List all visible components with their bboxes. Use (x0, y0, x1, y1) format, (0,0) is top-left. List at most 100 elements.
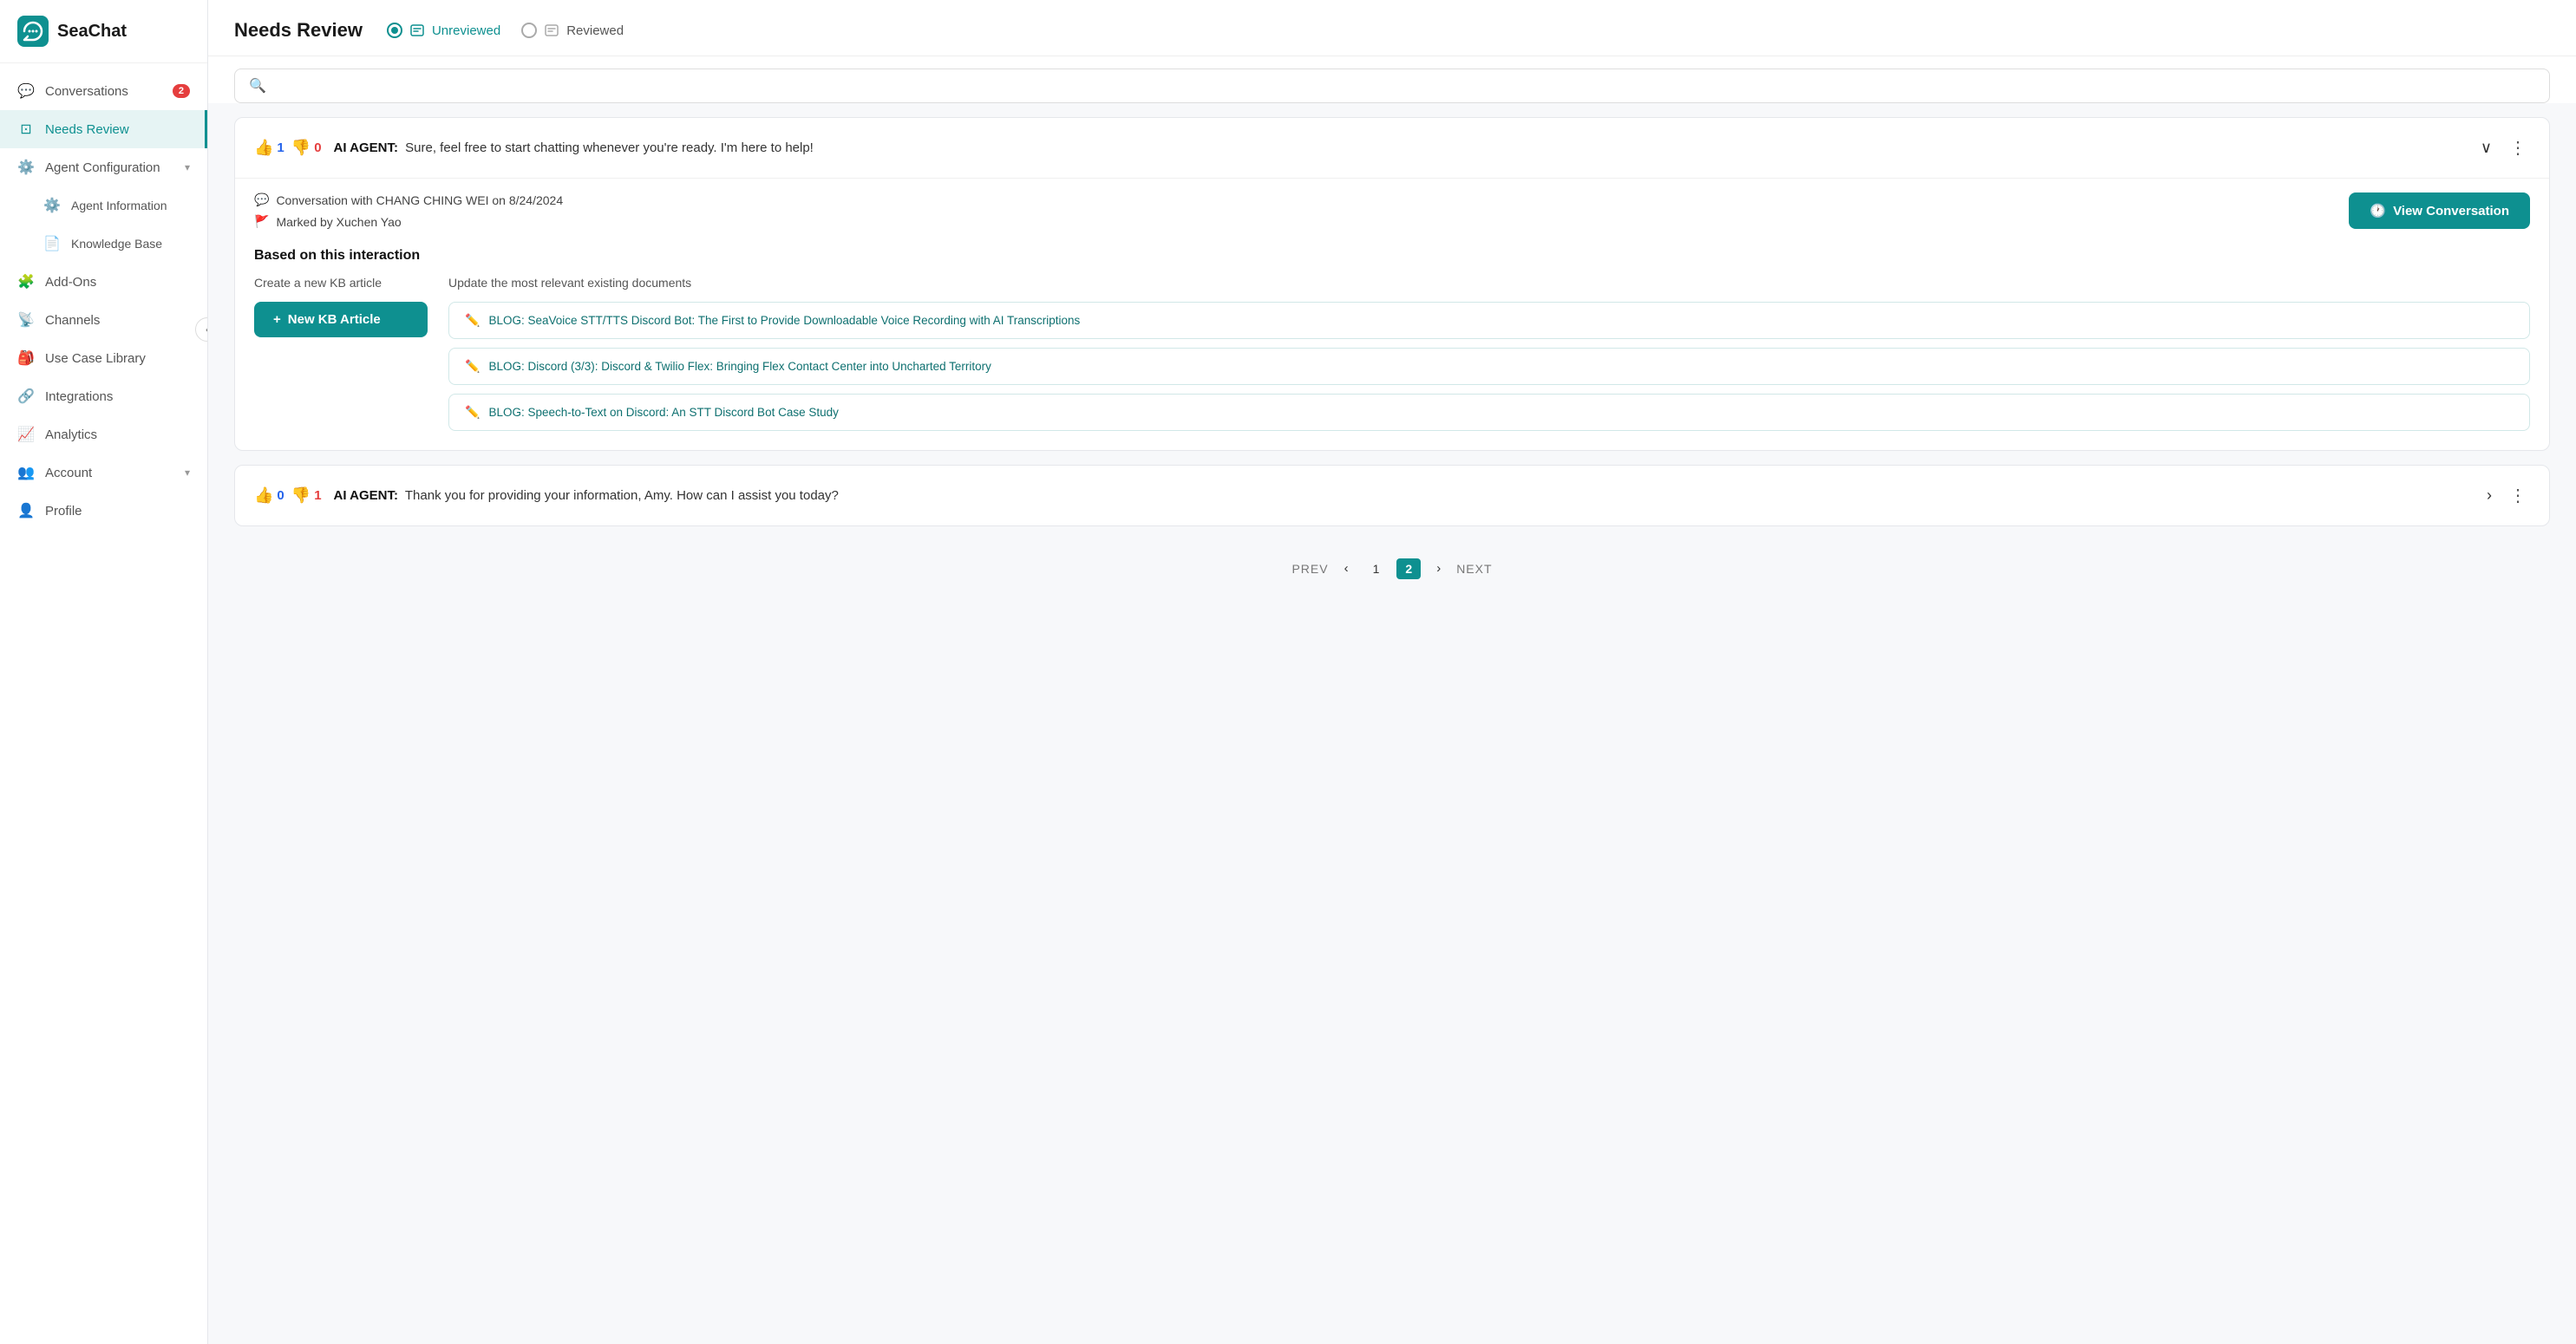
conversation-icon: 💬 (254, 192, 269, 207)
new-kb-article-button[interactable]: + New KB Article (254, 302, 428, 337)
card-1-actions: ∨ ⋮ (2477, 134, 2530, 162)
sidebar-item-integrations[interactable]: 🔗 Integrations (0, 377, 207, 415)
marked-by-info: 🚩 Marked by Xuchen Yao (254, 214, 563, 229)
kb-doc-edit-icon-2: ✏️ (465, 359, 480, 374)
account-chevron-icon: ▾ (185, 466, 190, 479)
card-2-more-button[interactable]: ⋮ (2506, 481, 2530, 510)
knowledge-base-label: Knowledge Base (71, 237, 162, 251)
sidebar-item-agent-configuration[interactable]: ⚙️ Agent Configuration ▾ (0, 148, 207, 186)
app-name: SeaChat (57, 22, 127, 42)
unreviewed-tab-label: Unreviewed (432, 23, 500, 38)
sidebar-item-account[interactable]: 👥 Account ▾ (0, 453, 207, 492)
sidebar-item-use-case-library[interactable]: 🎒 Use Case Library (0, 339, 207, 377)
agent-config-icon: ⚙️ (17, 159, 35, 176)
thumb-down-count-2: 1 (314, 488, 321, 503)
sidebar: SeaChat 💬 Conversations 2 ⊡ Needs Review… (0, 0, 208, 1344)
kb-doc-3[interactable]: ✏️ BLOG: Speech-to-Text on Discord: An S… (448, 394, 2530, 431)
card-1-collapse-button[interactable]: ∨ (2477, 135, 2495, 160)
agent-info-label: Agent Information (71, 199, 167, 212)
conversations-icon: 💬 (17, 82, 35, 100)
tab-reviewed[interactable]: Reviewed (521, 19, 624, 42)
next-label: NEXT (1456, 562, 1492, 576)
search-input[interactable] (275, 79, 2535, 94)
prev-button[interactable]: ‹ (1337, 558, 1356, 579)
sidebar-item-channels[interactable]: 📡 Channels (0, 301, 207, 339)
new-kb-plus-icon: + (273, 312, 281, 327)
reviews-list: 👍 1 👎 0 AI AGENT: Sure, feel free to sta… (208, 103, 2576, 1344)
card-1-agent: AI AGENT: (334, 140, 398, 155)
channels-label: Channels (45, 313, 100, 328)
kb-update-section: Update the most relevant existing docume… (448, 276, 2530, 431)
page-2-current[interactable]: 2 (1396, 558, 1421, 579)
new-kb-btn-label: New KB Article (288, 312, 381, 327)
card-1-more-button[interactable]: ⋮ (2506, 134, 2530, 162)
search-container: 🔍 (234, 69, 2550, 103)
conversations-label: Conversations (45, 84, 128, 99)
thumb-up-icon-2: 👍 (254, 486, 273, 505)
kb-doc-text-2: BLOG: Discord (3/3): Discord & Twilio Fl… (488, 360, 991, 373)
sidebar-item-knowledge-base[interactable]: 📄 Knowledge Base (0, 225, 207, 263)
chevron-down-icon: ▾ (185, 161, 190, 173)
search-section: 🔍 (208, 56, 2576, 103)
use-case-icon: 🎒 (17, 349, 35, 367)
next-page-button[interactable]: › (1429, 558, 1448, 579)
sidebar-item-add-ons[interactable]: 🧩 Add-Ons (0, 263, 207, 301)
needs-review-icon: ⊡ (17, 121, 35, 138)
add-ons-label: Add-Ons (45, 275, 96, 290)
view-conversation-clock-icon: 🕐 (2370, 203, 2386, 219)
thumb-down-2: 👎 1 (291, 486, 322, 505)
page-1[interactable]: 1 (1364, 558, 1389, 579)
thumb-up-count-2: 0 (277, 488, 284, 503)
thumb-down-count-1: 0 (314, 140, 321, 155)
card-2-header[interactable]: 👍 0 👎 1 AI AGENT: Thank you for providin… (235, 466, 2549, 525)
integrations-label: Integrations (45, 389, 113, 404)
thumb-down-1: 👎 0 (291, 139, 322, 157)
card-1-header[interactable]: 👍 1 👎 0 AI AGENT: Sure, feel free to sta… (235, 118, 2549, 178)
conversations-badge: 2 (173, 84, 190, 98)
sidebar-navigation: 💬 Conversations 2 ⊡ Needs Review ⚙️ Agen… (0, 63, 207, 1344)
sidebar-item-needs-review[interactable]: ⊡ Needs Review (0, 110, 207, 148)
channels-icon: 📡 (17, 311, 35, 329)
pagination: PREV ‹ 1 2 › NEXT (234, 540, 2550, 583)
sidebar-item-agent-information[interactable]: ⚙️ Agent Information (0, 186, 207, 225)
thumb-up-1: 👍 1 (254, 139, 284, 157)
reviewed-tab-label: Reviewed (566, 23, 624, 38)
card-1-body: 💬 Conversation with CHANG CHING WEI on 8… (235, 178, 2549, 450)
profile-icon: 👤 (17, 502, 35, 519)
kb-create-section: Create a new KB article + New KB Article (254, 276, 428, 431)
sidebar-item-conversations[interactable]: 💬 Conversations 2 (0, 72, 207, 110)
analytics-label: Analytics (45, 427, 97, 442)
kb-doc-text-1: BLOG: SeaVoice STT/TTS Discord Bot: The … (488, 314, 1080, 327)
logo-icon (17, 16, 49, 47)
kb-doc-text-3: BLOG: Speech-to-Text on Discord: An STT … (488, 406, 838, 419)
card-2-actions: › ⋮ (2483, 481, 2530, 510)
knowledge-base-icon: 📄 (43, 235, 61, 252)
unreviewed-radio (387, 23, 402, 38)
based-on-interaction-title: Based on this interaction (254, 248, 2530, 264)
view-conversation-button[interactable]: 🕐 View Conversation (2349, 192, 2530, 229)
thumb-up-2: 👍 0 (254, 486, 284, 505)
thumb-up-count-1: 1 (277, 140, 284, 155)
conversation-info: 💬 Conversation with CHANG CHING WEI on 8… (254, 192, 563, 207)
reviewed-radio (521, 23, 537, 38)
card-2-expand-button[interactable]: › (2483, 483, 2495, 508)
card-2-agent: AI AGENT: (334, 488, 398, 503)
sidebar-item-profile[interactable]: 👤 Profile (0, 492, 207, 530)
card-1-message: AI AGENT: Sure, feel free to start chatt… (334, 140, 2465, 155)
analytics-icon: 📈 (17, 426, 35, 443)
main-content-area: Needs Review Unreviewed (208, 0, 2576, 1344)
kb-doc-2[interactable]: ✏️ BLOG: Discord (3/3): Discord & Twilio… (448, 348, 2530, 385)
card-1-meta: 💬 Conversation with CHANG CHING WEI on 8… (254, 179, 2530, 239)
use-case-label: Use Case Library (45, 351, 146, 366)
integrations-icon: 🔗 (17, 388, 35, 405)
card-1-text: Sure, feel free to start chatting whenev… (402, 140, 814, 155)
sidebar-item-analytics[interactable]: 📈 Analytics (0, 415, 207, 453)
tab-unreviewed[interactable]: Unreviewed (387, 19, 500, 42)
page-header: Needs Review Unreviewed (208, 0, 2576, 56)
reviewed-tab-icon (544, 23, 559, 38)
kb-actions-section: Create a new KB article + New KB Article… (254, 276, 2530, 431)
account-icon: 👥 (17, 464, 35, 481)
account-label: Account (45, 466, 92, 480)
thumb-down-icon-1: 👎 (291, 139, 311, 157)
kb-doc-1[interactable]: ✏️ BLOG: SeaVoice STT/TTS Discord Bot: T… (448, 302, 2530, 339)
